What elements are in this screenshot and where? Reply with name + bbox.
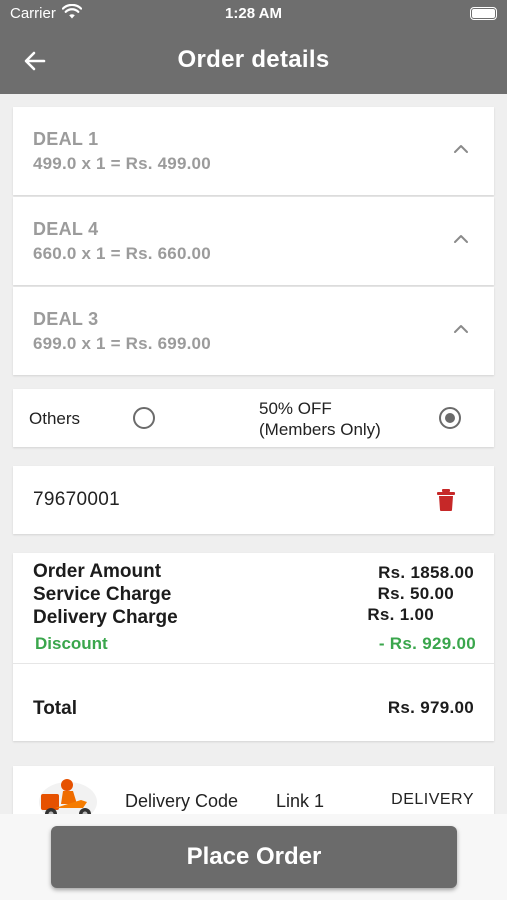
delivery-charge-label: Delivery Charge (33, 607, 178, 628)
deal-name: DEAL 1 (33, 129, 99, 149)
phone-input[interactable]: 79670001 (33, 489, 120, 511)
others-radio[interactable] (133, 407, 155, 429)
status-bar: Carrier 1:28 AM (0, 0, 507, 28)
chevron-up-icon[interactable] (452, 232, 470, 244)
deal-item[interactable]: DEAL 1 499.0 x 1 = Rs. 499.00 (13, 107, 494, 195)
membership-options: Others 50% OFF (Members Only) (13, 389, 494, 447)
others-label: Others (29, 409, 81, 428)
phone-field-card: 79670001 (13, 466, 494, 534)
page-title: Order details (177, 46, 330, 73)
members-label: 50% OFF (Members Only) (259, 398, 381, 440)
deal-name: DEAL 3 (33, 309, 99, 329)
delivery-code-label: Delivery Code (125, 791, 239, 811)
discount-label: Discount (35, 634, 108, 653)
deal-item[interactable]: DEAL 4 660.0 x 1 = Rs. 660.00 (13, 197, 494, 285)
deal-name: DEAL 4 (33, 219, 99, 239)
deal-price: 499.0 x 1 = Rs. 499.00 (33, 154, 211, 173)
members-label-line1: 50% OFF (259, 399, 332, 418)
trash-icon[interactable] (436, 488, 456, 512)
deal-price: 699.0 x 1 = Rs. 699.00 (33, 334, 211, 353)
total-value: Rs. 979.00 (387, 698, 474, 717)
place-order-button[interactable]: Place Order (51, 826, 457, 888)
battery-icon (470, 7, 497, 20)
total-label: Total (33, 698, 77, 719)
chevron-up-icon[interactable] (452, 142, 470, 154)
service-charge-value: Rs. 50.00 (377, 584, 454, 603)
footer: Place Order (0, 814, 507, 900)
clock: 1:28 AM (225, 5, 282, 22)
delivery-link-label: Link 1 (276, 791, 325, 811)
members-label-line2: (Members Only) (259, 420, 381, 439)
delivery-charge-value: Rs. 1.00 (367, 605, 434, 624)
chevron-up-icon[interactable] (452, 322, 470, 334)
delivery-type-label: DELIVERY (391, 791, 474, 808)
discount-value: - Rs. 929.00 (378, 634, 476, 653)
order-amount-value: Rs. 1858.00 (378, 563, 474, 582)
order-amount-label: Order Amount (33, 561, 162, 582)
members-radio[interactable] (439, 407, 461, 429)
deal-price: 660.0 x 1 = Rs. 660.00 (33, 244, 211, 263)
summary-divider (13, 663, 494, 664)
deal-item[interactable]: DEAL 3 699.0 x 1 = Rs. 699.00 (13, 287, 494, 375)
order-summary: Order Amount Rs. 1858.00 Service Charge … (13, 553, 494, 741)
service-charge-label: Service Charge (33, 584, 172, 605)
nav-bar: Order details (0, 28, 507, 94)
